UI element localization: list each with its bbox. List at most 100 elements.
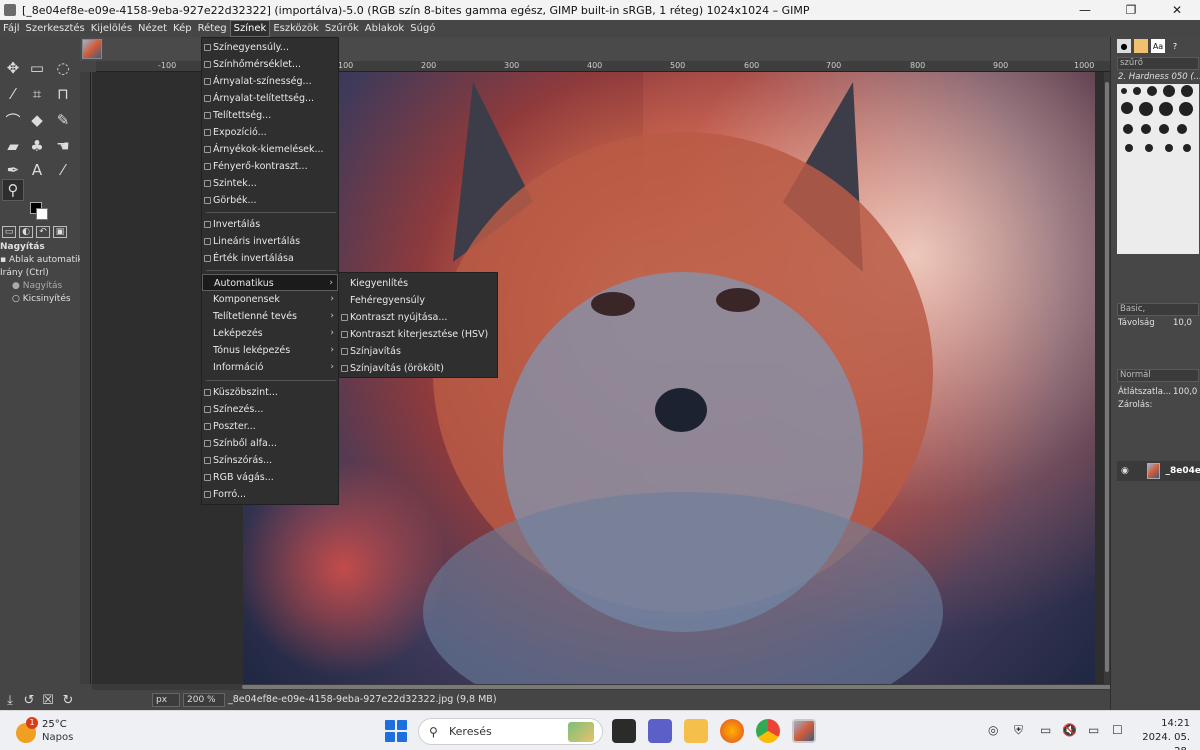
- menu-item-saturation[interactable]: Telítettség...: [202, 107, 338, 124]
- maximize-button[interactable]: ❐: [1108, 0, 1154, 20]
- brush-item[interactable]: [1145, 144, 1153, 152]
- close-button[interactable]: ✕: [1154, 0, 1200, 20]
- paths-icon[interactable]: ✒: [2, 159, 24, 181]
- menu-item-desaturate[interactable]: Telítetlenné tevés ›: [202, 308, 338, 325]
- firefox-icon[interactable]: [720, 719, 744, 743]
- menu-item-components[interactable]: Komponensek ›: [202, 291, 338, 308]
- spacing-value[interactable]: 10,0: [1173, 318, 1192, 328]
- menu-item-stretch-contrast-hsv[interactable]: Kontraszt kiterjesztése (HSV): [339, 326, 497, 343]
- rect-select-icon[interactable]: ▭: [26, 57, 48, 79]
- layer-row[interactable]: ◉ _8e04e: [1117, 461, 1200, 481]
- menu-view[interactable]: Nézet: [135, 20, 170, 37]
- menu-item-stretch-contrast[interactable]: Kontraszt nyújtása...: [339, 309, 497, 326]
- crop-icon[interactable]: ⌗: [26, 83, 48, 105]
- menu-item-info[interactable]: Információ ›: [202, 359, 338, 376]
- menu-item-white-balance[interactable]: Fehéregyensúly: [339, 292, 497, 309]
- volume-icon[interactable]: 🔇: [1062, 723, 1077, 737]
- paintbrush-icon[interactable]: ✎: [52, 109, 74, 131]
- menu-filters[interactable]: Szűrők: [322, 20, 362, 37]
- battery-icon[interactable]: ▭: [1088, 723, 1099, 737]
- menu-item-hue-saturation[interactable]: Árnyalat-telítettség...: [202, 90, 338, 107]
- device-status-tab-icon[interactable]: ◐: [19, 226, 33, 238]
- brush-item[interactable]: [1141, 124, 1151, 134]
- text-icon[interactable]: A: [26, 159, 48, 181]
- images-tab-icon[interactable]: ▣: [53, 226, 67, 238]
- brush-item[interactable]: [1163, 85, 1175, 97]
- move-icon[interactable]: ✥: [2, 57, 24, 79]
- eye-icon[interactable]: ◉: [1121, 466, 1129, 476]
- task-view-icon[interactable]: [612, 719, 636, 743]
- gimp-taskbar-icon[interactable]: [792, 719, 816, 743]
- brush-item[interactable]: [1123, 124, 1133, 134]
- menu-item-rgb-clip[interactable]: RGB vágás...: [202, 469, 338, 486]
- menu-select[interactable]: Kijelölés: [88, 20, 135, 37]
- menu-image[interactable]: Kép: [170, 20, 195, 37]
- eraser-icon[interactable]: ▰: [2, 135, 24, 157]
- save-icon[interactable]: ⤓: [2, 692, 18, 708]
- taskbar-search[interactable]: ⚲ Keresés: [418, 718, 603, 745]
- menu-item-posterize[interactable]: Poszter...: [202, 418, 338, 435]
- menu-item-threshold[interactable]: Küszöbszint...: [202, 384, 338, 401]
- brush-grid[interactable]: [1117, 84, 1199, 254]
- menu-item-shadows-highlights[interactable]: Árnyékok-kiemelések...: [202, 141, 338, 158]
- brush-filter-input[interactable]: szűrő: [1117, 57, 1199, 70]
- lasso-icon[interactable]: ◌: [52, 57, 74, 79]
- brush-preset-select[interactable]: Basic,: [1117, 303, 1199, 316]
- delete-icon[interactable]: ☒: [40, 692, 56, 708]
- patterns-tab-icon[interactable]: [1134, 39, 1148, 53]
- brush-item[interactable]: [1165, 144, 1173, 152]
- brush-item[interactable]: [1177, 124, 1187, 134]
- menu-item-colorize[interactable]: Színezés...: [202, 401, 338, 418]
- menu-item-brightness-contrast[interactable]: Fényerő-kontraszt...: [202, 158, 338, 175]
- brush-item[interactable]: [1121, 102, 1133, 114]
- warp-icon[interactable]: ⌒: [2, 109, 24, 131]
- zoom-icon[interactable]: ⚲: [2, 179, 24, 201]
- undo-history-tab-icon[interactable]: ↶: [36, 226, 50, 238]
- help-tab-icon[interactable]: ?: [1168, 39, 1182, 53]
- brush-item[interactable]: [1159, 102, 1173, 116]
- brush-item[interactable]: [1159, 124, 1169, 134]
- menu-item-linear-invert[interactable]: Lineáris invertálás: [202, 233, 338, 250]
- menu-item-color-enhance[interactable]: Színjavítás: [339, 343, 497, 360]
- menu-item-hue-chroma[interactable]: Árnyalat-színesség...: [202, 73, 338, 90]
- menu-item-invert[interactable]: Invertálás: [202, 216, 338, 233]
- brush-item[interactable]: [1179, 102, 1193, 116]
- start-button[interactable]: [385, 720, 407, 742]
- menu-item-color-temperature[interactable]: Színhőmérséklet...: [202, 56, 338, 73]
- brush-item[interactable]: [1121, 88, 1127, 94]
- minimize-button[interactable]: —: [1062, 0, 1108, 20]
- fuzzy-select-icon[interactable]: ⁄: [2, 83, 24, 105]
- color-picker-icon[interactable]: ⁄: [52, 159, 74, 181]
- unit-select[interactable]: px: [152, 693, 180, 707]
- transform-icon[interactable]: ⊓: [52, 83, 74, 105]
- notifications-icon[interactable]: ☐: [1112, 723, 1123, 737]
- menu-file[interactable]: Fájl: [0, 20, 23, 37]
- background-color[interactable]: [36, 208, 48, 220]
- fox-image[interactable]: [243, 72, 1095, 684]
- reset-icon[interactable]: ↻: [60, 692, 76, 708]
- bucket-fill-icon[interactable]: ◆: [26, 109, 48, 131]
- brush-item[interactable]: [1183, 144, 1191, 152]
- weather-widget[interactable]: 1 25°C Napos: [16, 717, 86, 745]
- zoom-in-radio[interactable]: ● Nagyítás: [12, 281, 62, 291]
- menu-item-dither[interactable]: Színszórás...: [202, 452, 338, 469]
- menu-item-color-enhance-legacy[interactable]: Színjavítás (örökölt): [339, 360, 497, 377]
- brushes-tab-icon[interactable]: ●: [1117, 39, 1131, 53]
- menu-item-color-balance[interactable]: Színegyensúly...: [202, 39, 338, 56]
- menu-item-color-to-alpha[interactable]: Színből alfa...: [202, 435, 338, 452]
- brush-item[interactable]: [1181, 85, 1193, 97]
- teams-icon[interactable]: [648, 719, 672, 743]
- opacity-value[interactable]: 100,0: [1173, 387, 1197, 397]
- menu-item-map[interactable]: Leképezés ›: [202, 325, 338, 342]
- menu-item-hot[interactable]: Forró...: [202, 486, 338, 503]
- menu-tools[interactable]: Eszközök: [270, 20, 322, 37]
- menu-windows[interactable]: Ablakok: [362, 20, 407, 37]
- menu-item-value-invert[interactable]: Érték invertálása: [202, 250, 338, 267]
- chrome-icon[interactable]: [756, 719, 780, 743]
- horizontal-scroll-thumb[interactable]: [242, 685, 1132, 689]
- network-icon[interactable]: ▭: [1040, 723, 1051, 737]
- fg-bg-colors[interactable]: [30, 202, 50, 222]
- tool-options-tab-icon[interactable]: ▭: [2, 226, 16, 238]
- restore-icon[interactable]: ↺: [21, 692, 37, 708]
- brush-item[interactable]: [1147, 86, 1157, 96]
